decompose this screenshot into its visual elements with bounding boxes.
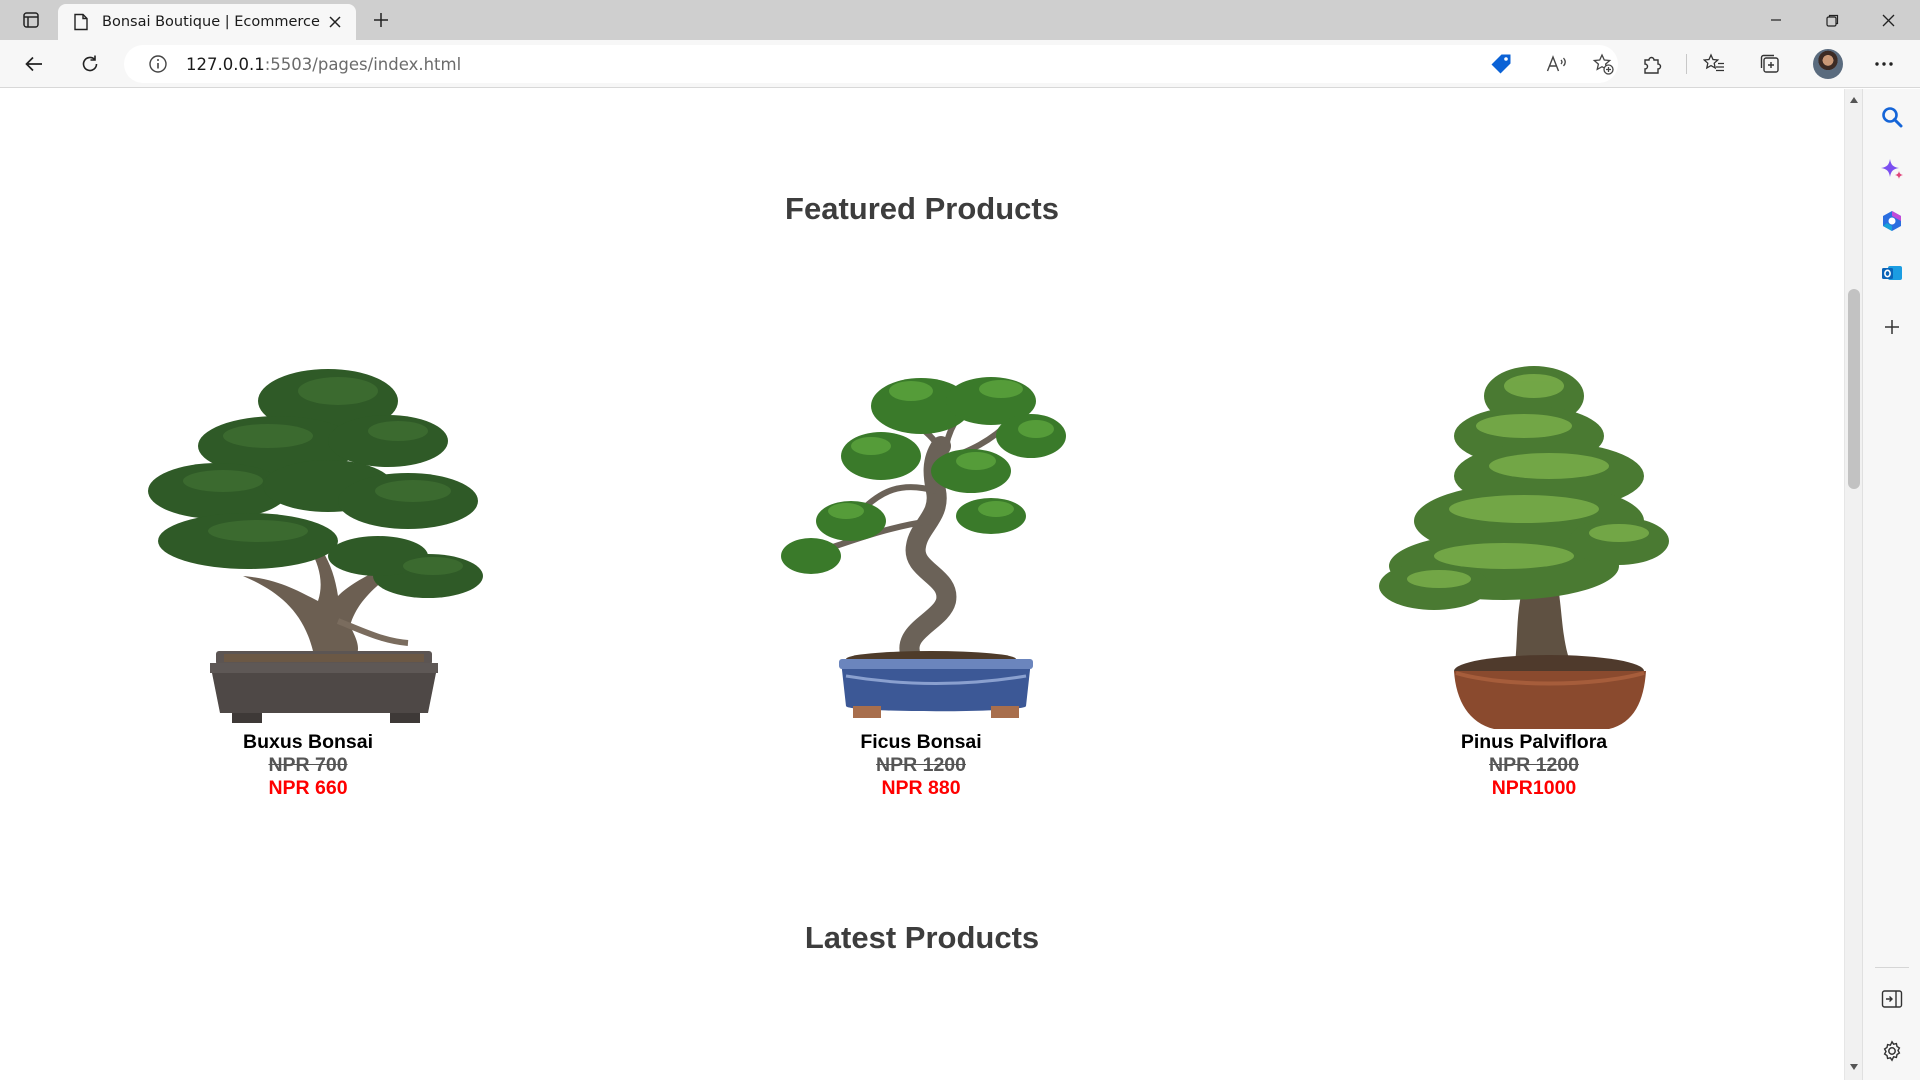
extensions-button[interactable]	[1634, 48, 1670, 80]
copilot-icon	[1881, 159, 1903, 179]
buxus-bonsai-image	[148, 369, 483, 723]
gear-icon	[1883, 1040, 1901, 1062]
copilot-button[interactable]	[1874, 151, 1910, 187]
product-card[interactable]: Ficus Bonsai NPR 1200 NPR 880	[711, 351, 1131, 800]
minimize-icon	[1771, 19, 1781, 21]
refresh-icon	[82, 55, 98, 72]
product-name[interactable]: Buxus Bonsai	[98, 731, 518, 754]
close-icon	[329, 16, 341, 28]
product-name[interactable]: Pinus Palviflora	[1324, 731, 1744, 754]
caret-down-icon	[1850, 1064, 1858, 1070]
site-info-button[interactable]	[146, 52, 170, 76]
edge-sidebar	[1862, 89, 1920, 1080]
address-bar[interactable]: 127.0.0.1:5503/pages/index.html	[124, 45, 1618, 83]
ficus-bonsai-image	[781, 377, 1066, 718]
plus-icon	[1885, 320, 1899, 334]
office-button[interactable]	[1874, 203, 1910, 239]
back-arrow-icon	[25, 56, 42, 72]
product-sale-price: NPR 880	[881, 777, 961, 799]
product-card[interactable]: Pinus Palviflora NPR 1200 NPR1000	[1324, 351, 1744, 800]
close-tab-button[interactable]	[324, 11, 346, 33]
tab-strip: Bonsai Boutique | Ecommerce W	[0, 0, 1920, 40]
favorites-icon	[1703, 53, 1724, 72]
product-old-price: NPR 1200	[1489, 754, 1579, 776]
hide-sidebar-button[interactable]	[1874, 981, 1910, 1017]
browser-toolbar: 127.0.0.1:5503/pages/index.html	[0, 40, 1920, 88]
product-sale-price: NPR 660	[268, 777, 348, 799]
collections-icon	[1760, 54, 1779, 73]
outlook-icon	[1882, 266, 1902, 280]
sidebar-search-button[interactable]	[1874, 99, 1910, 135]
plus-icon	[374, 13, 388, 27]
scroll-thumb[interactable]	[1848, 289, 1860, 489]
restore-icon	[1825, 14, 1838, 27]
add-favorite-button[interactable]	[1589, 51, 1617, 77]
page-icon	[72, 13, 90, 31]
minimize-button[interactable]	[1748, 0, 1804, 40]
refresh-button[interactable]	[72, 48, 108, 80]
collections-button[interactable]	[1752, 48, 1788, 80]
office-icon	[1883, 211, 1901, 231]
profile-avatar[interactable]	[1813, 49, 1843, 79]
page-scrollbar[interactable]	[1844, 89, 1862, 1080]
pinus-palviflora-image	[1379, 366, 1669, 729]
add-sidebar-app-button[interactable]	[1874, 309, 1910, 345]
product-sale-price: NPR1000	[1491, 777, 1577, 799]
restore-button[interactable]	[1804, 0, 1860, 40]
tag-icon	[1491, 54, 1511, 74]
tab-actions-button[interactable]	[14, 6, 48, 34]
caret-up-icon	[1850, 97, 1858, 103]
scroll-up-button[interactable]	[1845, 91, 1863, 109]
close-window-button[interactable]	[1860, 0, 1916, 40]
close-icon	[1882, 14, 1894, 26]
product-card[interactable]: Buxus Bonsai NPR 700 NPR 660	[98, 351, 518, 800]
active-tab[interactable]: Bonsai Boutique | Ecommerce W	[58, 4, 356, 40]
new-tab-button[interactable]	[366, 6, 396, 34]
info-icon	[149, 55, 167, 73]
scroll-down-button[interactable]	[1845, 1058, 1863, 1076]
product-old-price: NPR 1200	[876, 754, 966, 776]
star-plus-icon	[1592, 53, 1614, 75]
outlook-button[interactable]	[1874, 255, 1910, 291]
sidebar-icon	[1881, 990, 1903, 1008]
latest-products-heading: Latest Products	[804, 920, 1040, 955]
settings-and-more-button[interactable]	[1866, 48, 1902, 80]
sidebar-settings-button[interactable]	[1874, 1033, 1910, 1069]
product-name[interactable]: Ficus Bonsai	[711, 731, 1131, 754]
more-icon	[1875, 62, 1893, 66]
shopping-button[interactable]	[1487, 51, 1515, 77]
sidebar-divider	[1875, 967, 1909, 968]
search-icon	[1882, 107, 1903, 128]
favorites-button[interactable]	[1696, 48, 1732, 80]
read-aloud-icon	[1546, 55, 1566, 72]
product-old-price: NPR 700	[268, 754, 348, 776]
page-viewport: Featured Products Buxus Bonsai NPR 700 N…	[0, 89, 1844, 1080]
tab-actions-icon	[23, 12, 39, 28]
url-host: 127.0.0.1	[186, 54, 265, 74]
featured-products-heading: Featured Products	[785, 191, 1059, 226]
url-text[interactable]: 127.0.0.1:5503/pages/index.html	[186, 55, 461, 74]
url-path: :5503/pages/index.html	[264, 54, 462, 74]
toolbar-divider	[1686, 54, 1687, 74]
read-aloud-button[interactable]	[1543, 51, 1571, 77]
puzzle-icon	[1644, 56, 1662, 74]
back-button[interactable]	[16, 48, 52, 80]
tab-title: Bonsai Boutique | Ecommerce W	[102, 14, 324, 30]
